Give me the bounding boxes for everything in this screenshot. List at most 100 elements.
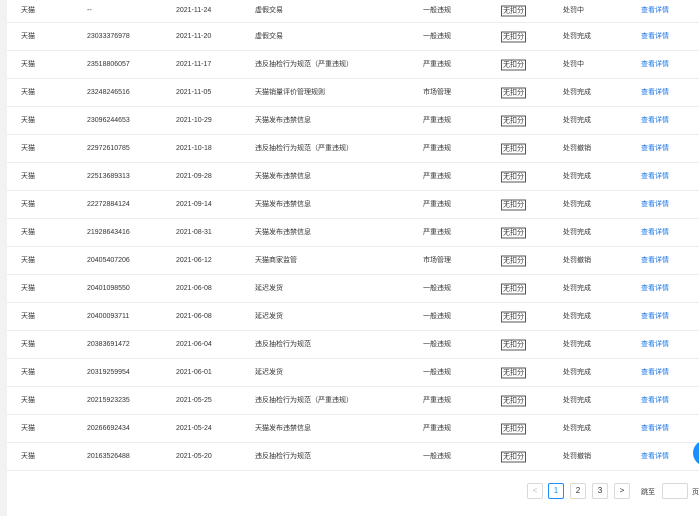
violation-id-cell: 21928643416 bbox=[87, 228, 130, 236]
table-row: 天猫 20163526488 2021-05-20 违反抽检行为规范 一般违规 无扣分 处罚… bbox=[7, 443, 699, 471]
status-cell: 处罚完成 bbox=[563, 228, 591, 236]
platform-cell: 天猫 bbox=[21, 116, 35, 124]
platform-cell: 天猫 bbox=[21, 256, 35, 264]
page-1-button[interactable]: 1 bbox=[548, 483, 564, 499]
violation-id-cell: 22972610785 bbox=[87, 144, 130, 152]
deduct-badge: 无扣分 bbox=[501, 339, 526, 350]
platform-cell: 天猫 bbox=[21, 368, 35, 376]
pagination: < 1 2 3 > 跳至 页 bbox=[0, 483, 699, 501]
platform-cell: 天猫 bbox=[21, 88, 35, 96]
date-cell: 2021-06-01 bbox=[176, 368, 212, 376]
deduct-badge: 无扣分 bbox=[501, 5, 526, 17]
view-detail-link[interactable]: 查看详情 bbox=[641, 116, 669, 126]
reason-cell: 违反抽检行为规范（严重违规） bbox=[255, 60, 353, 68]
view-detail-link[interactable]: 查看详情 bbox=[641, 424, 669, 434]
violation-type-cell: 严重违规 bbox=[423, 116, 451, 124]
date-cell: 2021-06-04 bbox=[176, 340, 212, 348]
view-detail-link[interactable]: 查看详情 bbox=[641, 256, 669, 266]
deduct-badge: 无扣分 bbox=[501, 115, 526, 126]
violation-type-cell: 严重违规 bbox=[423, 172, 451, 180]
violation-id-cell: 20266692434 bbox=[87, 424, 130, 432]
view-detail-link[interactable]: 查看详情 bbox=[641, 228, 669, 238]
table-row: 天猫 20401098550 2021-06-08 延迟发货 一般违规 无扣分 处罚完成 查看… bbox=[7, 275, 699, 303]
view-detail-link[interactable]: 查看详情 bbox=[641, 340, 669, 350]
table-row: 天猫 23518806057 2021-11-17 违反抽检行为规范（严重违规） 严重违… bbox=[7, 51, 699, 79]
date-cell: 2021-06-08 bbox=[176, 312, 212, 320]
view-detail-link[interactable]: 查看详情 bbox=[641, 368, 669, 378]
view-detail-link[interactable]: 查看详情 bbox=[641, 396, 669, 406]
reason-cell: 延迟发货 bbox=[255, 312, 283, 320]
table-row: 天猫 22513689313 2021-09-28 天猫发布违禁信息 严重违规 无扣分 处罚… bbox=[7, 163, 699, 191]
date-cell: 2021-08-31 bbox=[176, 228, 212, 236]
reason-cell: 天猫发布违禁信息 bbox=[255, 200, 311, 208]
view-detail-link[interactable]: 查看详情 bbox=[641, 284, 669, 294]
violation-id-cell: 20401098550 bbox=[87, 284, 130, 292]
violation-id-cell: 23033376978 bbox=[87, 32, 130, 40]
view-detail-link[interactable]: 查看详情 bbox=[641, 144, 669, 154]
view-detail-link[interactable]: 查看详情 bbox=[641, 60, 669, 70]
view-detail-link[interactable]: 查看详情 bbox=[641, 200, 669, 210]
jump-page-input[interactable] bbox=[662, 483, 688, 499]
violation-id-cell: 20319259954 bbox=[87, 368, 130, 376]
page-3-button[interactable]: 3 bbox=[592, 483, 608, 499]
status-cell: 处罚完成 bbox=[563, 396, 591, 404]
status-cell: 处罚完成 bbox=[563, 116, 591, 124]
violation-type-cell: 市场管理 bbox=[423, 88, 451, 96]
platform-cell: 天猫 bbox=[21, 284, 35, 292]
prev-page-button[interactable]: < bbox=[527, 483, 543, 499]
page-2-button[interactable]: 2 bbox=[570, 483, 586, 499]
violation-id-cell: 23096244653 bbox=[87, 116, 130, 124]
violation-type-cell: 严重违规 bbox=[423, 424, 451, 432]
date-cell: 2021-10-18 bbox=[176, 144, 212, 152]
deduct-badge: 无扣分 bbox=[501, 395, 526, 406]
deduct-badge: 无扣分 bbox=[501, 87, 526, 98]
status-cell: 处罚完成 bbox=[563, 200, 591, 208]
status-cell: 处罚撤销 bbox=[563, 144, 591, 152]
violation-type-cell: 一般违规 bbox=[423, 452, 451, 460]
table-row: 天猫 23096244653 2021-10-29 天猫发布违禁信息 严重违规 无扣分 处罚… bbox=[7, 107, 699, 135]
date-cell: 2021-09-14 bbox=[176, 200, 212, 208]
status-cell: 处罚完成 bbox=[563, 340, 591, 348]
view-detail-link[interactable]: 查看详情 bbox=[641, 172, 669, 182]
table-row: 天猫 20405407206 2021-06-12 天猫商家监管 市场管理 无扣分 处罚撤销… bbox=[7, 247, 699, 275]
view-detail-link[interactable]: 查看详情 bbox=[641, 88, 669, 98]
reason-cell: 违反抽检行为规范（严重违规） bbox=[255, 396, 353, 404]
view-detail-link[interactable]: 查看详情 bbox=[641, 312, 669, 322]
deduct-badge: 无扣分 bbox=[501, 423, 526, 434]
deduct-badge: 无扣分 bbox=[501, 367, 526, 378]
violation-id-cell: 20405407206 bbox=[87, 256, 130, 264]
next-page-button[interactable]: > bbox=[614, 483, 630, 499]
platform-cell: 天猫 bbox=[21, 396, 35, 404]
reason-cell: 违反抽检行为规范 bbox=[255, 452, 311, 460]
deduct-badge: 无扣分 bbox=[501, 227, 526, 238]
reason-cell: 延迟发货 bbox=[255, 284, 283, 292]
reason-cell: 天猫发布违禁信息 bbox=[255, 116, 311, 124]
deduct-badge: 无扣分 bbox=[501, 451, 526, 462]
table-row: 天猫 21928643416 2021-08-31 天猫发布违禁信息 严重违规 无扣分 处罚… bbox=[7, 219, 699, 247]
violation-id-cell: 20400093711 bbox=[87, 312, 130, 320]
view-detail-link[interactable]: 查看详情 bbox=[641, 452, 669, 462]
status-cell: 处罚中 bbox=[563, 7, 584, 14]
table-row: 天猫 20319259954 2021-06-01 延迟发货 一般违规 无扣分 处罚完成 查看… bbox=[7, 359, 699, 387]
violation-id-cell: -- bbox=[87, 7, 92, 14]
violation-id-cell: 20163526488 bbox=[87, 452, 130, 460]
violation-type-cell: 一般违规 bbox=[423, 32, 451, 40]
view-detail-link[interactable]: 查看详情 bbox=[641, 6, 669, 16]
violation-id-cell: 23518806057 bbox=[87, 60, 130, 68]
date-cell: 2021-05-25 bbox=[176, 396, 212, 404]
deduct-badge: 无扣分 bbox=[501, 283, 526, 294]
table-row: 天猫 -- 2021-11-24 虚假交易 一般违规 无扣分 处罚中 查看详情 bbox=[7, 0, 699, 23]
date-cell: 2021-10-29 bbox=[176, 116, 212, 124]
violation-type-cell: 一般违规 bbox=[423, 340, 451, 348]
table-row: 天猫 20383691472 2021-06-04 违反抽检行为规范 一般违规 无扣分 处罚… bbox=[7, 331, 699, 359]
status-cell: 处罚完成 bbox=[563, 312, 591, 320]
violation-type-cell: 市场管理 bbox=[423, 256, 451, 264]
violation-type-cell: 一般违规 bbox=[423, 312, 451, 320]
violation-type-cell: 严重违规 bbox=[423, 396, 451, 404]
platform-cell: 天猫 bbox=[21, 172, 35, 180]
platform-cell: 天猫 bbox=[21, 200, 35, 208]
violation-type-cell: 一般违规 bbox=[423, 284, 451, 292]
view-detail-link[interactable]: 查看详情 bbox=[641, 32, 669, 42]
date-cell: 2021-11-17 bbox=[176, 60, 212, 68]
date-cell: 2021-11-24 bbox=[176, 7, 212, 14]
